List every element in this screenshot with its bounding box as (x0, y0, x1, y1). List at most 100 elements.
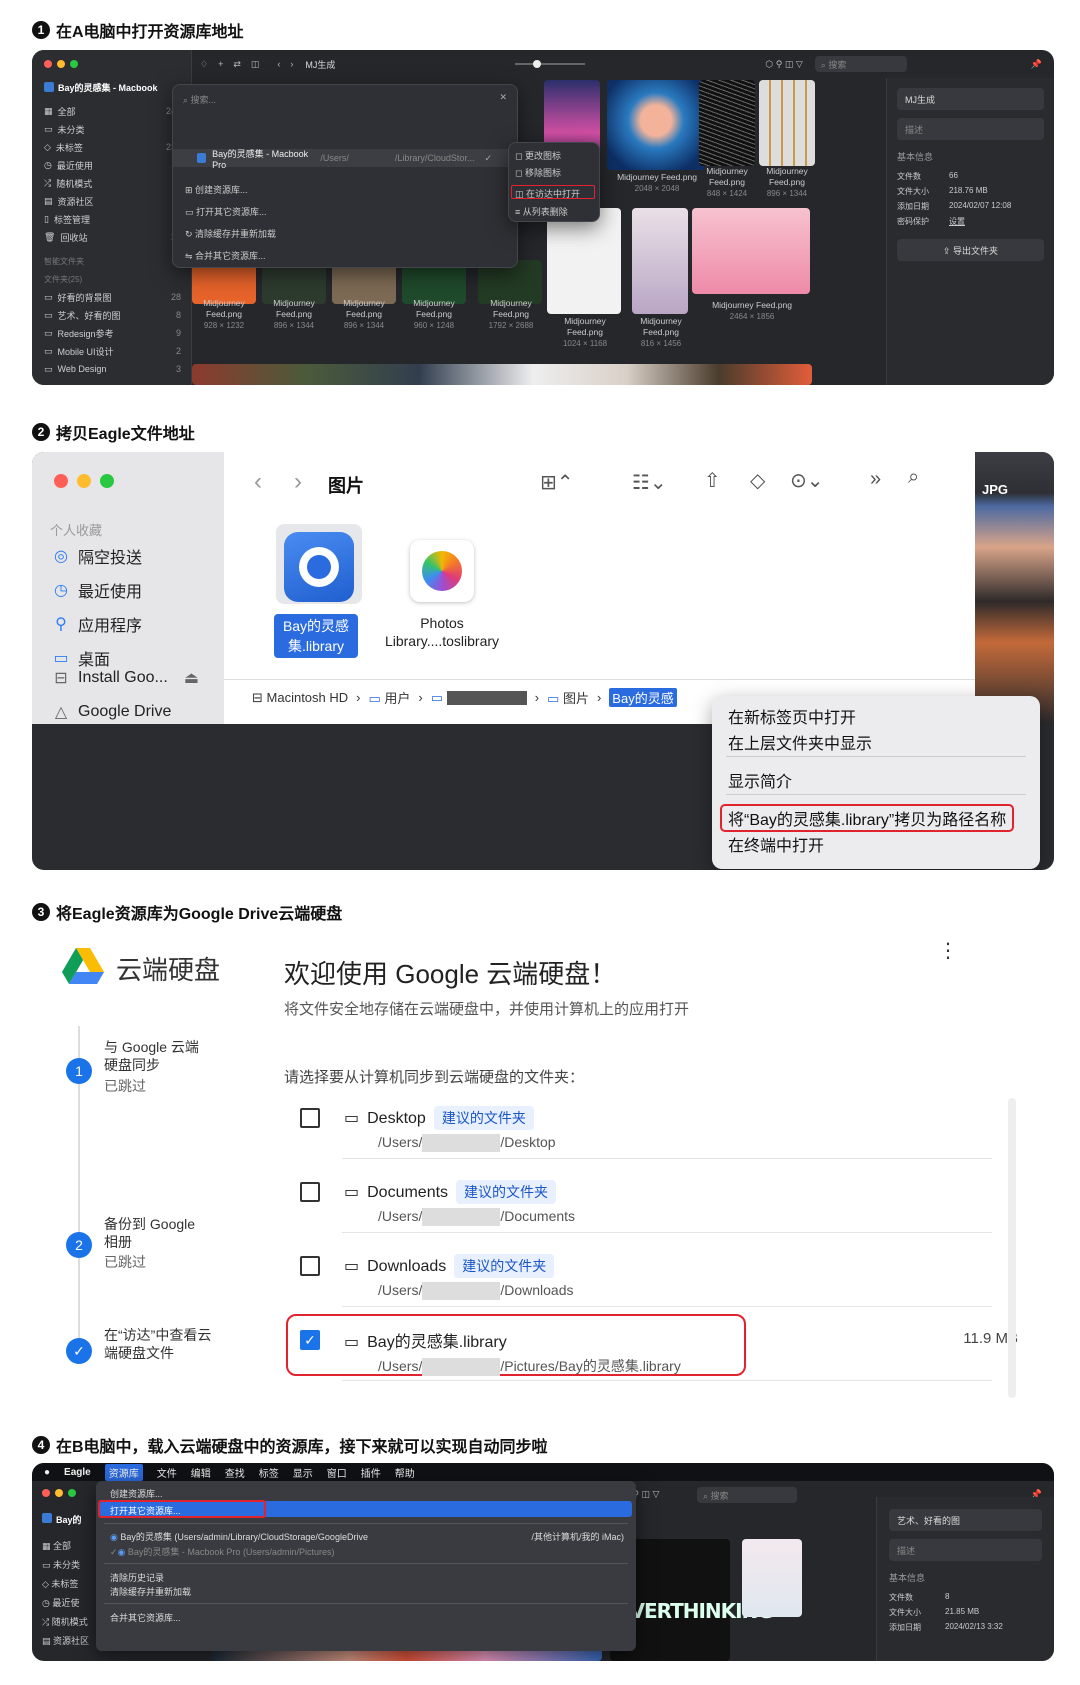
sidebar-item-uncategorized[interactable]: ▭未分类6 (32, 120, 191, 138)
view-toggle-icon[interactable]: ⊞⌃ (540, 470, 574, 495)
menu-edit[interactable]: 编辑 (191, 1465, 211, 1480)
forward-icon[interactable]: › (290, 59, 293, 69)
clear-cache-item[interactable]: ↻ 清除缓存并重新加载 (185, 227, 276, 240)
folder-name-field[interactable]: MJ生成 (897, 88, 1044, 110)
path-redacted[interactable]: ▭ (431, 690, 527, 706)
sidebar-item-install[interactable]: ⊟ Install Goo... ⏏ (52, 668, 199, 688)
description-field[interactable]: 描述 (889, 1539, 1042, 1561)
thumbnail-icons[interactable] (759, 80, 815, 166)
menu-help[interactable]: 帮助 (395, 1465, 415, 1480)
menu-view[interactable]: 显示 (293, 1465, 313, 1480)
remove-icon-item[interactable]: ◻ 移除图标 (515, 166, 561, 179)
filter-icon[interactable]: ⬡ ⚲ ◫ ▽ (765, 59, 802, 70)
library-checkbox-checked[interactable]: ✓ (300, 1330, 320, 1350)
sidebar-item-applications[interactable]: ⚲ 应用程序 (52, 612, 142, 636)
open-in-terminal-item[interactable]: 在终端中打开 (728, 832, 824, 856)
sidebar-item-random[interactable]: ⤮ 随机模式 (42, 1615, 89, 1628)
pin-icon[interactable]: 📌 (1031, 59, 1042, 70)
group-icon[interactable]: ☷⌄ (632, 470, 667, 495)
eject-icon[interactable]: ⏏ (184, 668, 199, 688)
path-library[interactable]: Bay的灵感 (609, 688, 677, 707)
show-in-enclosing-folder-item[interactable]: 在上层文件夹中显示 (728, 730, 872, 754)
open-library-item[interactable]: ▭ 打开其它资源库... (185, 205, 276, 218)
downloads-checkbox[interactable] (300, 1256, 320, 1276)
minimize-dot[interactable] (77, 474, 91, 488)
merge-library-item[interactable]: ⇋ 合并其它资源库... (185, 249, 276, 262)
sidebar-item-random[interactable]: ⤮ 随机模式 (32, 174, 191, 192)
description-field[interactable]: 描述 (897, 118, 1044, 140)
menu-library[interactable]: 资源库 (104, 1463, 143, 1481)
library-file-icon[interactable] (284, 532, 354, 602)
minimize-dot[interactable] (55, 1489, 63, 1497)
popup-search[interactable]: ⌕ 搜索... (183, 93, 216, 106)
sidebar-item-google-drive[interactable]: △ Google Drive (52, 702, 172, 722)
thumbnail-portrait[interactable] (607, 80, 705, 170)
create-library-item[interactable]: ⊞ 创建资源库... (185, 183, 276, 196)
minimize-dot[interactable] (57, 60, 65, 68)
export-folder-button[interactable]: ⇪ 导出文件夹 (897, 239, 1044, 261)
more-options-icon[interactable]: ⋮ (938, 941, 958, 961)
photos-library-icon[interactable] (410, 540, 474, 602)
zoom-dot[interactable] (68, 1489, 76, 1497)
close-dot[interactable] (42, 1489, 50, 1497)
thumbnail-rabbit[interactable] (632, 208, 688, 314)
back-icon[interactable]: ‹ (254, 468, 262, 496)
back-icon[interactable]: ‹ (277, 59, 280, 69)
photos-library-name[interactable]: Photos Library....toslibrary (372, 614, 512, 650)
zoom-dot[interactable] (100, 474, 114, 488)
tag-icon[interactable]: ◇ (750, 468, 765, 493)
sidebar-item-all[interactable]: ▦全部247 (32, 102, 191, 120)
share-icon[interactable]: ⇧ (704, 468, 721, 493)
sidebar-item-community[interactable]: ▤ 资源社区 (32, 192, 191, 210)
library-switcher[interactable]: Bay的 (42, 1513, 82, 1526)
sidebar-item-airdrop[interactable]: ◎ 隔空投送 (52, 544, 142, 568)
remove-from-list-item[interactable]: ≡ 从列表删除 (515, 205, 568, 218)
menu-tags[interactable]: 标签 (259, 1465, 279, 1480)
forward-icon[interactable]: › (294, 468, 302, 496)
merge-library-item[interactable]: 合并其它资源库... (110, 1611, 181, 1624)
folder-item[interactable]: ▭ Web Design 3 (32, 360, 191, 378)
menu-eagle[interactable]: Eagle (64, 1467, 91, 1478)
arrows-icon[interactable]: ⇄ (233, 59, 241, 70)
change-icon-item[interactable]: ◻ 更改图标 (515, 149, 561, 162)
menu-plugins[interactable]: 插件 (361, 1465, 381, 1480)
folder-name-field[interactable]: 艺术、好看的图 (889, 1509, 1042, 1531)
thumbnail-waves[interactable] (699, 80, 755, 166)
sidebar-item-untagged[interactable]: ◇ 未标签 (42, 1577, 89, 1590)
close-dot[interactable] (44, 60, 52, 68)
more-icon[interactable]: ⊙⌄ (790, 468, 824, 493)
apple-icon[interactable]: ● (44, 1467, 50, 1478)
sidebar-item-tag-manage[interactable]: ▯标签管理6 (32, 210, 191, 228)
create-library-item[interactable]: 创建资源库... (110, 1487, 163, 1500)
folder-item[interactable]: ▭ Redesign参考 9 (32, 324, 191, 342)
thumbnail-car[interactable] (692, 208, 810, 294)
library-local-item[interactable]: ✓◉ Bay的灵感集 - Macbook Pro (Users/admin/Pi… (110, 1545, 334, 1558)
library-file-name[interactable]: Bay的灵感集.library (274, 614, 358, 658)
search-input[interactable]: ⌕ 搜索 (814, 56, 907, 72)
folder-item[interactable]: ▭ Mobile UI设计 2 (32, 342, 191, 360)
sidebar-item-recent[interactable]: ◷ 最近使用 (32, 156, 191, 174)
clear-cache-item[interactable]: 清除缓存并重新加载 (110, 1585, 191, 1598)
password-setting-link[interactable]: 设置 (949, 216, 1044, 227)
copy-as-pathname-item[interactable]: 将“Bay的灵感集.library”拷贝为路径名称 (720, 804, 1015, 832)
library-switcher[interactable]: Bay的灵感集 - Macbook (32, 78, 191, 96)
thumbnail-row[interactable] (192, 364, 812, 385)
menu-find[interactable]: 查找 (225, 1465, 245, 1480)
close-dot[interactable] (54, 474, 68, 488)
sidebar-item-desktop[interactable]: ▭ 桌面 (52, 646, 110, 670)
desktop-checkbox[interactable] (300, 1108, 320, 1128)
documents-checkbox[interactable] (300, 1182, 320, 1202)
sidebar-item-recent[interactable]: ◷ 最近使 (42, 1596, 89, 1609)
sidebar-item-untagged[interactable]: ◇未标签238 (32, 138, 191, 156)
open-in-finder-item[interactable]: ◫ 在访达中打开 (511, 185, 595, 199)
search-icon[interactable]: ⌕ (908, 466, 919, 489)
bell-icon[interactable]: ♢ (200, 59, 208, 70)
search-input[interactable]: ⌕ 搜索 (697, 1487, 797, 1503)
close-icon[interactable]: ✕ (499, 92, 507, 103)
sidebar-item-community[interactable]: ▤ 资源社区 (42, 1634, 89, 1647)
folder-item[interactable]: ▭ 好看的背景图 28 (32, 288, 191, 306)
zoom-slider[interactable] (515, 60, 586, 68)
sidebar-item-trash[interactable]: 🗑回收站23 (32, 228, 191, 246)
get-info-item[interactable]: 显示简介 (728, 768, 792, 792)
sidebar-item-all[interactable]: ▦ 全部 (42, 1539, 89, 1552)
